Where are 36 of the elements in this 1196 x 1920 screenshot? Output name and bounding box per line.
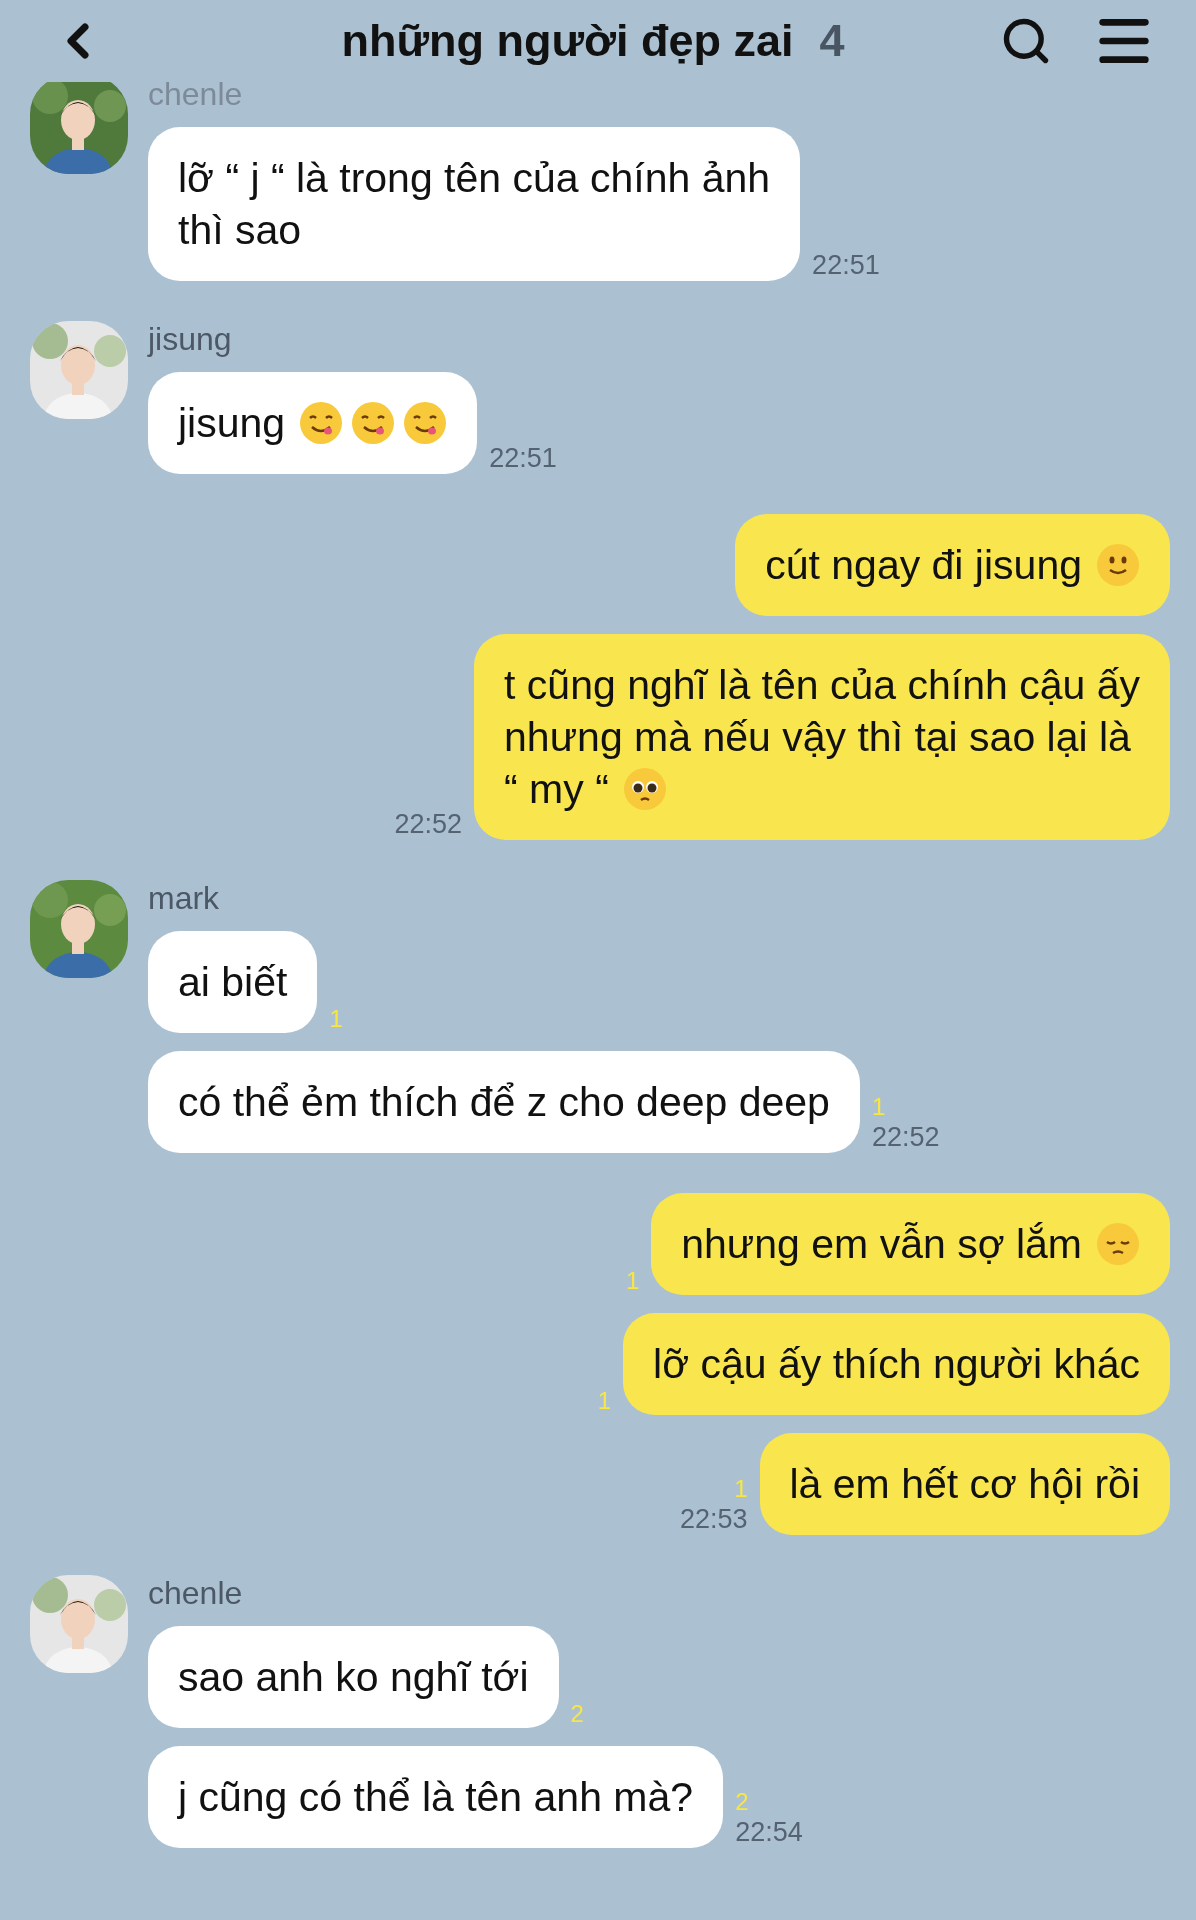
sent-message-bubble: cút ngay đi jisung <box>735 514 1170 616</box>
sender-name: jisung <box>148 321 232 358</box>
received-message-bubble: jisung <box>148 372 478 474</box>
message-time: 22:51 <box>812 249 880 281</box>
sent-message-bubble: nhưng em vẫn sợ lắm <box>651 1193 1170 1295</box>
message-time: 22:51 <box>489 442 557 474</box>
sender-name: chenle <box>148 76 243 113</box>
received-message-bubble: j cũng có thể là tên anh mà? <box>148 1746 724 1848</box>
unread-count: 1 <box>734 1475 748 1503</box>
sent-message-bubble: t cũng nghĩ là tên của chính cậu ấy nhưng mà nếu vậy thì tại sao lại là “ my “ <box>474 634 1170 840</box>
yum-face-icon <box>403 401 448 446</box>
received-message-bubble: ai biết <box>148 931 318 1033</box>
message-time: 22:53 <box>679 1503 748 1535</box>
smile-face-icon <box>1096 543 1140 588</box>
unread-count: 1 <box>329 1005 343 1033</box>
pleading-face-icon <box>622 767 667 812</box>
yum-face-icon <box>299 401 344 446</box>
unread-count: 2 <box>735 1788 749 1816</box>
sender-name: chenle <box>148 1575 243 1612</box>
unread-count: 1 <box>625 1267 640 1295</box>
pensive-face-icon <box>1096 1222 1140 1267</box>
unread-count: 1 <box>597 1387 612 1415</box>
chat-title: những người đẹp zai <box>341 15 794 67</box>
sender-name: mark <box>148 880 220 917</box>
member-count: 4 <box>819 15 845 67</box>
received-message-bubble: sao anh ko nghĩ tới <box>148 1626 559 1728</box>
message-time: 22:54 <box>735 1816 803 1848</box>
unread-count: 1 <box>871 1093 886 1121</box>
unread-count: 2 <box>570 1700 584 1728</box>
received-message-bubble: lỡ “ j “ là trong tên của chính ảnh thì sao <box>148 127 801 281</box>
message-time: 22:52 <box>871 1121 940 1153</box>
yum-face-icon <box>351 401 396 446</box>
received-message-bubble: có thể ẻm thích để z cho deep deep <box>148 1051 860 1153</box>
sent-message-bubble: là em hết cơ hội rồi <box>759 1433 1170 1535</box>
message-time: 22:52 <box>394 808 463 840</box>
sent-message-bubble: lỡ cậu ấy thích người khác <box>623 1313 1170 1415</box>
